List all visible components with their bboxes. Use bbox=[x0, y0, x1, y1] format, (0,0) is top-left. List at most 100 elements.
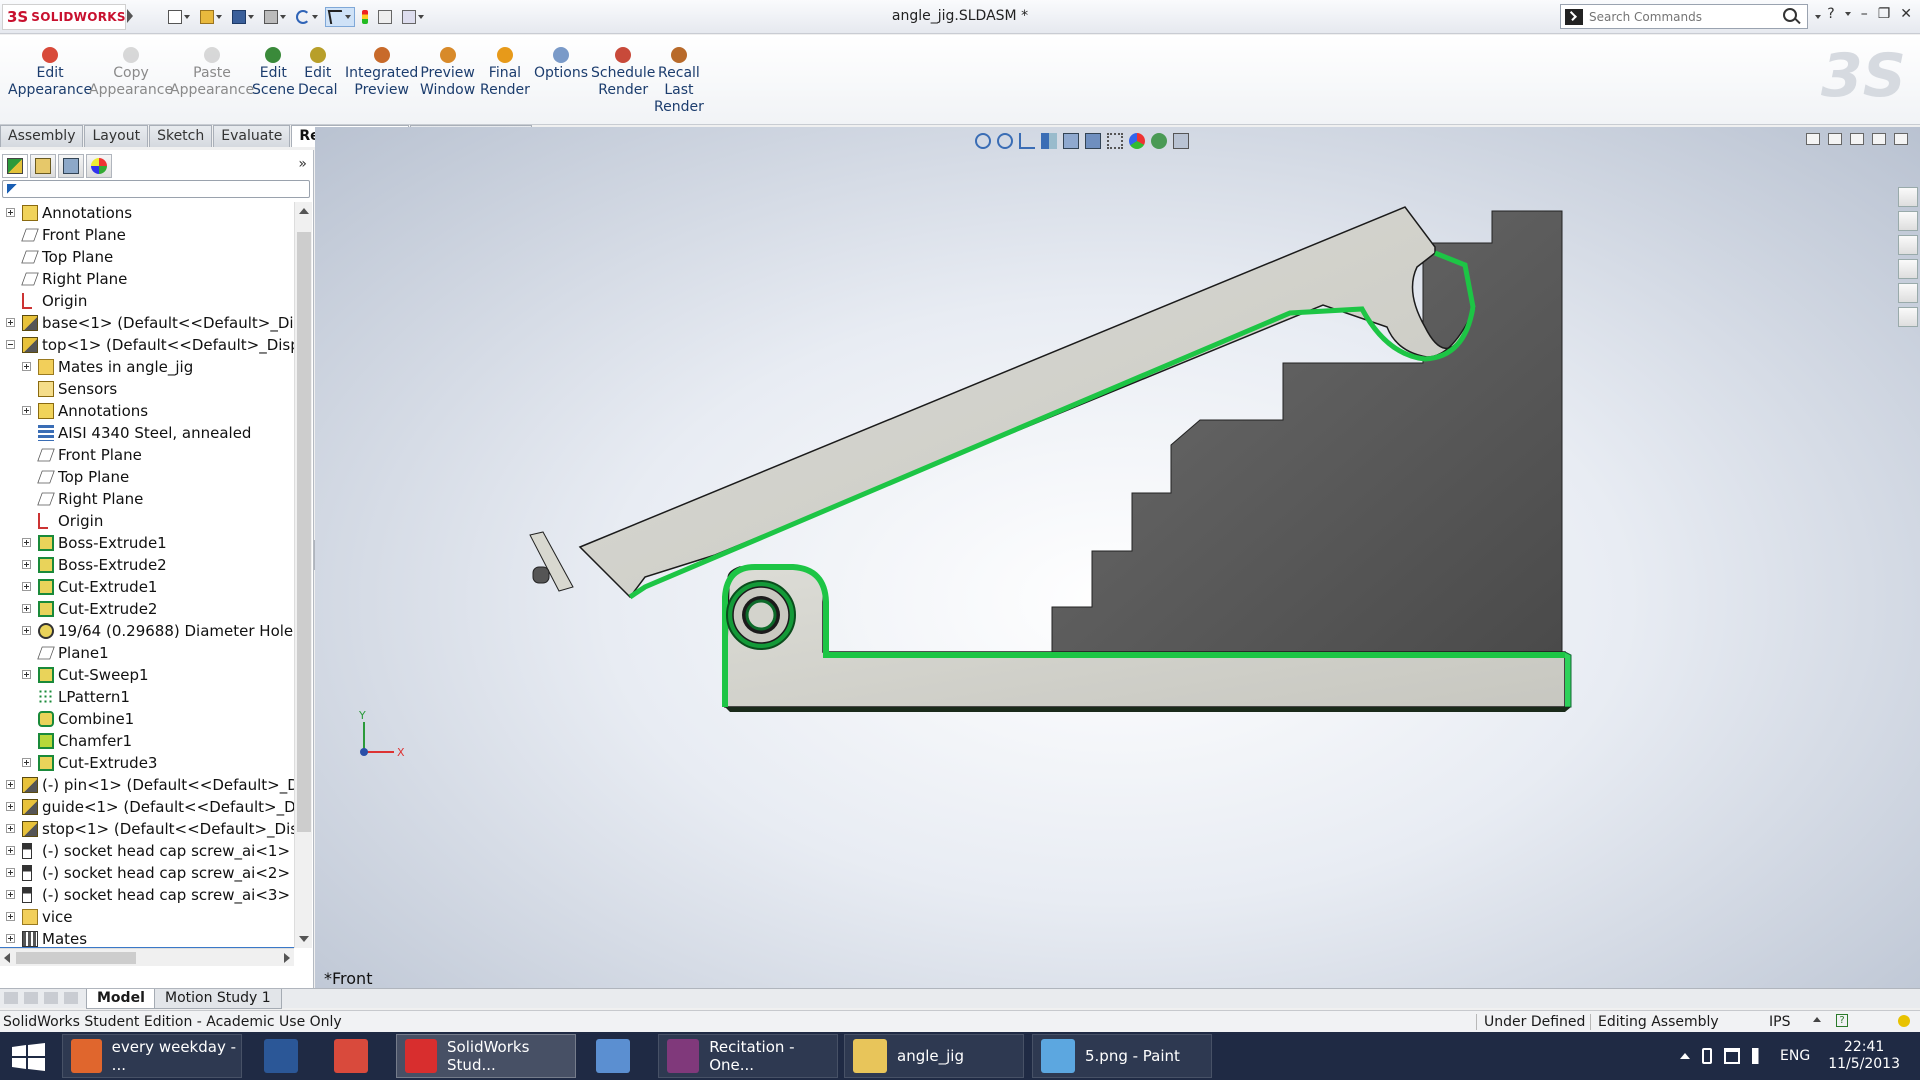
edit-appearance-button[interactable]: Edit Appearance bbox=[8, 47, 92, 99]
tree-item[interactable]: Cut-Extrude1 bbox=[0, 576, 294, 598]
copy-appearance-button[interactable]: Copy Appearance bbox=[89, 47, 173, 99]
volume-icon[interactable] bbox=[1752, 1048, 1769, 1064]
property-manager-tab[interactable] bbox=[30, 154, 56, 178]
search-commands-box[interactable] bbox=[1560, 4, 1821, 29]
expand-icon[interactable] bbox=[22, 560, 31, 569]
expand-icon[interactable] bbox=[22, 626, 31, 635]
tree-item[interactable]: Right Plane bbox=[0, 488, 294, 510]
tree-item[interactable]: LPattern1 bbox=[0, 686, 294, 708]
file-properties-button[interactable] bbox=[375, 7, 395, 27]
rebuild-button[interactable] bbox=[359, 7, 371, 27]
expand-icon[interactable] bbox=[22, 670, 31, 679]
tree-item[interactable]: Top Plane bbox=[0, 246, 294, 268]
tab-layout[interactable]: Layout bbox=[84, 125, 149, 147]
tree-item[interactable]: Mates bbox=[0, 928, 294, 948]
expand-icon[interactable] bbox=[6, 890, 15, 899]
preview-window-button[interactable]: Preview Window bbox=[420, 47, 475, 99]
chevron-up-icon[interactable] bbox=[1680, 1053, 1691, 1059]
chevron-up-icon[interactable] bbox=[1813, 1017, 1821, 1022]
tree-item[interactable]: Boss-Extrude2 bbox=[0, 554, 294, 576]
tree-item[interactable]: Top Plane bbox=[0, 466, 294, 488]
expand-icon[interactable] bbox=[22, 604, 31, 613]
units-selector[interactable]: IPS bbox=[1769, 1012, 1790, 1032]
taskbar-item-solidworks[interactable]: SolidWorks Stud... bbox=[396, 1034, 576, 1078]
scroll-up-icon[interactable] bbox=[299, 208, 309, 214]
network-icon[interactable] bbox=[1724, 1048, 1741, 1064]
tree-item[interactable]: (-) pin<1> (Default<<Default>_Dis bbox=[0, 774, 294, 796]
chevron-down-icon[interactable] bbox=[1844, 12, 1851, 16]
collapse-icon[interactable] bbox=[6, 340, 15, 349]
tree-item[interactable]: Sensors bbox=[0, 378, 294, 400]
taskbar-item-folder[interactable]: angle_jig bbox=[844, 1034, 1024, 1078]
undo-button[interactable] bbox=[293, 7, 321, 27]
chevron-down-icon[interactable] bbox=[1815, 15, 1821, 19]
expand-icon[interactable] bbox=[22, 406, 31, 415]
tree-item[interactable]: vice bbox=[0, 906, 294, 928]
configuration-manager-tab[interactable] bbox=[58, 154, 84, 178]
taskbar-item-app[interactable] bbox=[326, 1034, 384, 1078]
first-tab-icon[interactable] bbox=[4, 992, 18, 1004]
minimize-icon[interactable]: – bbox=[1861, 6, 1868, 22]
taskbar-item-ds[interactable] bbox=[588, 1034, 646, 1078]
close-icon[interactable]: ✕ bbox=[1900, 6, 1912, 22]
stop-pin[interactable] bbox=[532, 566, 550, 584]
expand-icon[interactable] bbox=[6, 208, 15, 217]
select-button[interactable] bbox=[325, 7, 355, 27]
tree-item[interactable]: stop<1> (Default<<Default>_Displ bbox=[0, 818, 294, 840]
tree-item[interactable]: Cut-Sweep1 bbox=[0, 664, 294, 686]
taskbar-item-firefox[interactable]: every weekday - ... bbox=[62, 1034, 242, 1078]
tree-item[interactable]: base<1> (Default<<Default>_Displ bbox=[0, 312, 294, 334]
display-manager-tab[interactable] bbox=[86, 154, 112, 178]
menu-flyout-arrow-icon[interactable] bbox=[127, 9, 133, 23]
tree-item[interactable]: Boss-Extrude1 bbox=[0, 532, 294, 554]
tree-item[interactable]: Plane1 bbox=[0, 642, 294, 664]
expand-icon[interactable] bbox=[6, 780, 15, 789]
options-button[interactable]: Options bbox=[534, 47, 588, 82]
language-indicator[interactable]: ENG bbox=[1780, 1048, 1810, 1064]
tree-item[interactable]: (-) socket head cap screw_ai<1> (HX-! bbox=[0, 840, 294, 862]
expand-icon[interactable] bbox=[6, 868, 15, 877]
tree-item[interactable]: Combine1 bbox=[0, 708, 294, 730]
edit-scene-button[interactable]: Edit Scene bbox=[252, 47, 295, 99]
scroll-thumb[interactable] bbox=[297, 232, 311, 832]
tree-item[interactable]: (-) socket head cap screw_ai<3> (HX-! bbox=[0, 884, 294, 906]
tree-item[interactable]: AISI 4340 Steel, annealed bbox=[0, 422, 294, 444]
search-input[interactable] bbox=[1589, 9, 1759, 24]
solidworks-logo[interactable]: 3S SOLIDWORKS bbox=[2, 4, 126, 30]
tree-filter-input[interactable] bbox=[2, 180, 310, 198]
expand-icon[interactable] bbox=[22, 538, 31, 547]
expand-icon[interactable] bbox=[6, 846, 15, 855]
tree-item[interactable]: Chamfer1 bbox=[0, 730, 294, 752]
tree-item[interactable]: top<1> (Default<<Default>_Displa bbox=[0, 334, 294, 356]
paste-appearance-button[interactable]: Paste Appearance bbox=[170, 47, 254, 99]
sync-icon[interactable] bbox=[1702, 1048, 1713, 1064]
recall-last-render-button[interactable]: Recall Last Render bbox=[654, 47, 704, 116]
tree-item[interactable]: Annotations bbox=[0, 202, 294, 224]
next-tab-icon[interactable] bbox=[44, 992, 58, 1004]
search-icon[interactable] bbox=[1783, 8, 1797, 22]
taskbar-item-word[interactable] bbox=[256, 1034, 314, 1078]
expand-icon[interactable] bbox=[6, 318, 15, 327]
graphics-area[interactable]: Y X *Front bbox=[315, 127, 1920, 988]
options-button[interactable] bbox=[399, 7, 427, 27]
tree-item[interactable]: Origin bbox=[0, 510, 294, 532]
expand-icon[interactable] bbox=[6, 824, 15, 833]
scroll-thumb[interactable] bbox=[16, 952, 136, 964]
integrated-preview-button[interactable]: Integrated Preview bbox=[345, 47, 418, 99]
expand-icon[interactable] bbox=[6, 802, 15, 811]
help-icon[interactable]: ? bbox=[1827, 6, 1834, 22]
tree-item[interactable]: Cut-Extrude3 bbox=[0, 752, 294, 774]
tree-item[interactable]: Front Plane bbox=[0, 444, 294, 466]
expand-icon[interactable] bbox=[6, 912, 15, 921]
tree-item[interactable]: Annotations bbox=[0, 400, 294, 422]
tree-item[interactable]: Front Plane bbox=[0, 224, 294, 246]
tree-item[interactable]: 19/64 (0.29688) Diameter Hole1 bbox=[0, 620, 294, 642]
tree-item[interactable]: Origin bbox=[0, 290, 294, 312]
restore-icon[interactable]: ❐ bbox=[1878, 6, 1891, 22]
new-document-button[interactable] bbox=[165, 7, 193, 27]
angle-jig-model[interactable]: Y X bbox=[315, 127, 1920, 988]
expand-icon[interactable] bbox=[22, 758, 31, 767]
scroll-down-icon[interactable] bbox=[299, 936, 309, 942]
expand-icon[interactable] bbox=[22, 362, 31, 371]
tree-item[interactable]: (-) socket head cap screw_ai<2> (HX-! bbox=[0, 862, 294, 884]
